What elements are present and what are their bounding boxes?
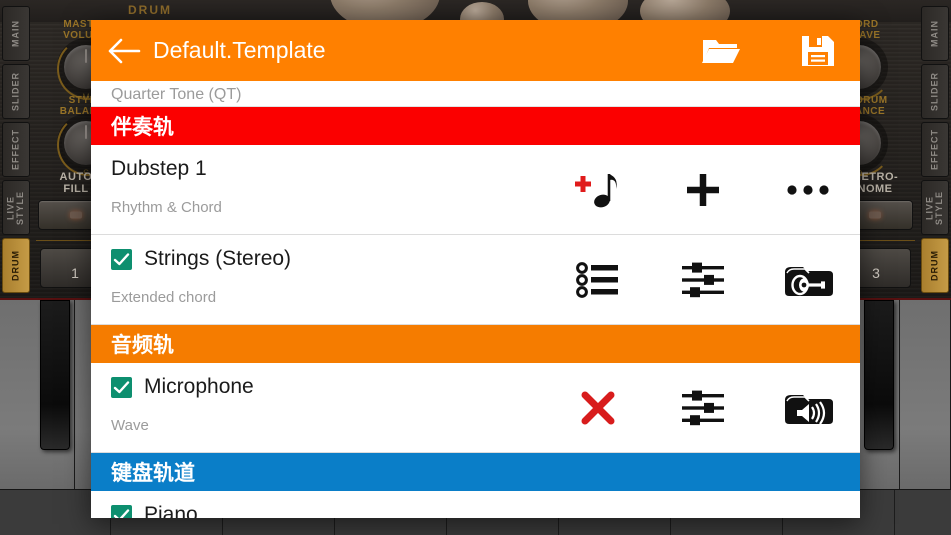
- track-title-row: Microphone: [111, 375, 254, 399]
- track-actions: [545, 491, 860, 518]
- track-title-row: Dubstep 1: [111, 157, 207, 181]
- floppy-disk-save-icon[interactable]: [798, 31, 838, 71]
- track-enabled-checkbox[interactable]: [111, 376, 132, 398]
- clipped-scrolled-row[interactable]: Quarter Tone (QT): [91, 81, 860, 107]
- plus-icon[interactable]: [650, 145, 755, 235]
- drum-pad-strip: DRUM: [0, 0, 951, 22]
- sidebar-tab-slider-right[interactable]: SLIDER: [921, 64, 949, 119]
- template-editor-dialog: Default.Template Quarter Tone (QT) 伴奏轨 D…: [91, 20, 860, 518]
- section-header-audio: 音频轨: [91, 325, 860, 363]
- sidebar-tab-drum-right[interactable]: DRUM: [921, 238, 949, 293]
- track-title-row: Piano: [111, 503, 198, 518]
- track-enabled-checkbox[interactable]: [111, 248, 132, 270]
- folder-open-icon[interactable]: [700, 31, 740, 71]
- folder-speaker-icon[interactable]: [755, 363, 860, 453]
- add-note-icon[interactable]: [545, 145, 650, 235]
- more-vertical-icon[interactable]: [545, 491, 650, 518]
- track-list: Quarter Tone (QT) 伴奏轨 Dubstep 1 Rhythm &…: [91, 81, 860, 518]
- section-header-accompaniment: 伴奏轨: [91, 107, 860, 145]
- drum-section-label: DRUM: [128, 3, 172, 17]
- section-header-keyboard: 键盘轨道: [91, 453, 860, 491]
- track-name: Dubstep 1: [111, 157, 207, 180]
- track-enabled-checkbox[interactable]: [111, 504, 132, 518]
- sidebar-tab-main[interactable]: MAIN: [2, 6, 30, 61]
- table-row[interactable]: Strings (Stereo) Extended chord: [91, 235, 860, 325]
- metronome-led: [869, 211, 881, 219]
- track-subtitle: Extended chord: [111, 289, 217, 306]
- dialog-titlebar: Default.Template: [91, 20, 860, 81]
- track-title-row: Strings (Stereo): [111, 247, 291, 271]
- table-row[interactable]: Microphone Wave: [91, 363, 860, 453]
- auto-fill-led: [70, 211, 82, 219]
- mixer-sliders-icon[interactable]: [650, 235, 755, 325]
- mixer-sliders-icon[interactable]: [650, 491, 755, 518]
- track-subtitle: Rhythm & Chord: [111, 199, 222, 216]
- drum-pad[interactable]: [330, 0, 440, 22]
- mixer-sliders-icon[interactable]: [650, 363, 755, 453]
- track-actions: [545, 145, 860, 234]
- track-actions: [545, 235, 860, 324]
- track-name: Strings (Stereo): [144, 247, 292, 270]
- track-subtitle: Wave: [111, 417, 149, 434]
- track-name: Microphone: [144, 375, 254, 398]
- sidebar-tab-effect[interactable]: EFFECT: [2, 122, 30, 177]
- folder-guitar-icon[interactable]: [755, 235, 860, 325]
- right-tab-column: MAIN SLIDER EFFECT LIVE STYLE DRUM: [921, 6, 949, 296]
- black-key[interactable]: [40, 300, 70, 450]
- table-row[interactable]: Dubstep 1 Rhythm & Chord: [91, 145, 860, 235]
- sidebar-tab-live-style[interactable]: LIVE STYLE: [2, 180, 30, 235]
- folder-guitar-icon[interactable]: [755, 491, 860, 518]
- black-key[interactable]: [864, 300, 894, 450]
- more-horizontal-icon[interactable]: [755, 145, 860, 235]
- left-tab-column: MAIN SLIDER EFFECT LIVE STYLE DRUM: [2, 6, 30, 296]
- drum-pad[interactable]: [528, 0, 628, 22]
- sidebar-tab-live-style-right[interactable]: LIVE STYLE: [921, 180, 949, 235]
- arrow-left-icon[interactable]: [105, 32, 143, 70]
- sidebar-tab-slider[interactable]: SLIDER: [2, 64, 30, 119]
- close-x-icon[interactable]: [545, 363, 650, 453]
- track-name: Piano: [144, 503, 198, 518]
- sidebar-tab-main-right[interactable]: MAIN: [921, 6, 949, 61]
- drum-pad[interactable]: [460, 2, 504, 22]
- dialog-title: Default.Template: [153, 37, 326, 63]
- track-actions: [545, 363, 860, 452]
- table-row[interactable]: Piano Up 1: [91, 491, 860, 518]
- sidebar-tab-drum[interactable]: DRUM: [2, 238, 30, 293]
- drum-pad[interactable]: [640, 0, 730, 22]
- list-icon[interactable]: [545, 235, 650, 325]
- sidebar-tab-effect-right[interactable]: EFFECT: [921, 122, 949, 177]
